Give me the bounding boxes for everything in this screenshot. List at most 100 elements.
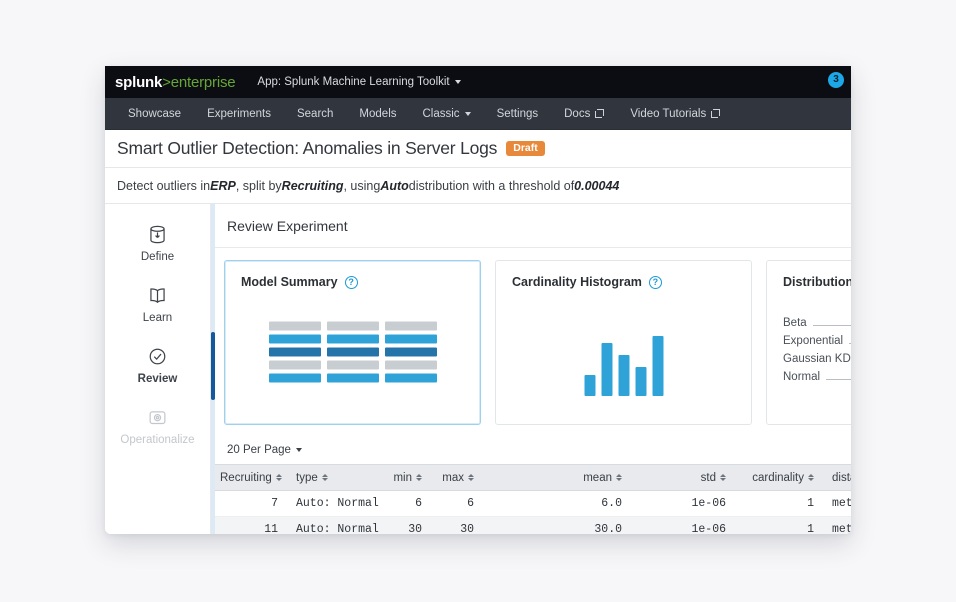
sidebar-item-define[interactable]: Define	[105, 214, 210, 275]
hist-bar	[601, 343, 612, 396]
ms-row	[269, 348, 437, 357]
sidebar-item-operationalize[interactable]: Operationalize	[105, 397, 210, 458]
title-bar: Smart Outlier Detection: Anomalies in Se…	[105, 130, 851, 168]
per-page-dropdown[interactable]: 20 Per Page	[211, 435, 851, 464]
ms-cell	[385, 361, 437, 370]
nav-label: Search	[297, 108, 333, 120]
cell-cardinality: 1	[735, 491, 823, 517]
body: Define Learn Review	[105, 204, 851, 534]
ms-cell	[385, 335, 437, 344]
column-label: mean	[583, 472, 612, 484]
card-title-text: Cardinality Histogram	[512, 275, 642, 289]
splunk-logo[interactable]: splunk>enterprise	[115, 74, 235, 91]
help-icon[interactable]: ?	[345, 276, 358, 289]
nav-label: Docs	[564, 108, 590, 120]
table-row[interactable]: 11 Auto: Normal 30 30 30.0 1e-06 1 metr	[211, 517, 851, 535]
ms-row	[269, 361, 437, 370]
column-header-mean[interactable]: mean	[483, 465, 631, 491]
table-row[interactable]: 7 Auto: Normal 6 6 6.0 1e-06 1 metr	[211, 491, 851, 517]
cell-max: 6	[431, 491, 483, 517]
cardinality-histogram-graphic	[584, 336, 663, 396]
cell-min: 30	[379, 517, 431, 535]
sort-icon	[808, 474, 814, 481]
check-circle-icon	[147, 346, 168, 367]
nav-label: Classic	[423, 108, 460, 120]
sort-icon	[720, 474, 726, 481]
column-header-distance[interactable]: dista	[823, 465, 851, 491]
nav-item-docs[interactable]: Docs	[551, 98, 617, 129]
column-label: cardinality	[752, 472, 804, 484]
column-header-cardinality[interactable]: cardinality	[735, 465, 823, 491]
nav-item-video-tutorials[interactable]: Video Tutorials	[617, 98, 733, 129]
dist-bar	[849, 343, 851, 344]
ms-row	[269, 322, 437, 331]
nav-item-showcase[interactable]: Showcase	[115, 98, 194, 129]
list-item: Normal	[783, 371, 851, 383]
ms-row	[269, 374, 437, 383]
cell-type: Auto: Normal	[287, 491, 379, 517]
ms-cell	[327, 322, 379, 331]
external-link-icon	[711, 109, 720, 118]
notification-badge[interactable]: 3	[828, 72, 844, 88]
sort-icon	[468, 474, 474, 481]
desc-field: ERP	[210, 179, 236, 193]
dist-bar	[826, 379, 851, 380]
card-title-row: Distribution Properties ?	[783, 275, 851, 289]
experiment-description: Detect outliers in ERP, split by Recruit…	[105, 168, 851, 204]
nav-label: Showcase	[128, 108, 181, 120]
ms-cell	[385, 374, 437, 383]
nav-item-experiments[interactable]: Experiments	[194, 98, 284, 129]
sidebar-item-learn[interactable]: Learn	[105, 275, 210, 336]
column-header-std[interactable]: std	[631, 465, 735, 491]
desc-part-3: , using	[343, 179, 380, 193]
column-header-max[interactable]: max	[431, 465, 483, 491]
column-label: dista	[832, 472, 851, 484]
cell-mean: 30.0	[483, 517, 631, 535]
column-header-min[interactable]: min	[379, 465, 431, 491]
nav-item-settings[interactable]: Settings	[484, 98, 552, 129]
sidebar-item-label: Define	[141, 251, 174, 263]
ms-cell	[327, 348, 379, 357]
dist-name: Gaussian KDE	[783, 353, 851, 365]
help-icon[interactable]: ?	[649, 276, 662, 289]
desc-part-1: Detect outliers in	[117, 179, 210, 193]
card-cardinality-histogram[interactable]: Cardinality Histogram ?	[495, 260, 752, 425]
hist-bar	[652, 336, 663, 396]
content-scrollbar-thumb[interactable]	[211, 332, 215, 400]
nav-item-search[interactable]: Search	[284, 98, 346, 129]
card-distribution-properties[interactable]: Distribution Properties ? Beta Exponenti…	[766, 260, 851, 425]
dist-name: Normal	[783, 371, 820, 383]
cell-max: 30	[431, 517, 483, 535]
app-selector-dropdown[interactable]: App: Splunk Machine Learning Toolkit	[257, 76, 460, 88]
list-item: Beta	[783, 317, 851, 329]
card-model-summary[interactable]: Model Summary ?	[224, 260, 481, 425]
nav-item-models[interactable]: Models	[346, 98, 409, 129]
sort-icon	[276, 474, 282, 481]
content-scrollbar-track[interactable]	[211, 204, 215, 534]
card-title-text: Distribution Properties	[783, 275, 851, 289]
column-label: type	[296, 472, 318, 484]
list-item: Gaussian KDE	[783, 353, 851, 365]
app-selector-label: App: Splunk Machine Learning Toolkit	[257, 76, 449, 88]
column-header-type[interactable]: type	[287, 465, 379, 491]
logo-text-enterprise: enterprise	[171, 74, 236, 91]
nav-item-classic[interactable]: Classic	[410, 98, 484, 129]
sidebar-item-review[interactable]: Review	[105, 336, 210, 397]
section-title: Review Experiment	[211, 204, 851, 248]
cell-min: 6	[379, 491, 431, 517]
results-table: Recruiting type min max mean std cardina…	[211, 464, 851, 534]
column-header-recruiting[interactable]: Recruiting	[211, 465, 287, 491]
ms-cell	[269, 361, 321, 370]
model-summary-graphic	[269, 322, 437, 383]
chevron-down-icon	[296, 448, 302, 452]
cell-recruiting: 7	[211, 491, 287, 517]
chevron-down-icon	[455, 80, 461, 84]
ms-row	[269, 335, 437, 344]
nav-label: Experiments	[207, 108, 271, 120]
cell-cardinality: 1	[735, 517, 823, 535]
chevron-down-icon	[465, 112, 471, 116]
app-window: splunk>enterprise App: Splunk Machine Le…	[105, 66, 851, 534]
desc-distribution: Auto	[380, 179, 408, 193]
app-bar: splunk>enterprise App: Splunk Machine Le…	[105, 66, 851, 98]
column-label: std	[701, 472, 716, 484]
